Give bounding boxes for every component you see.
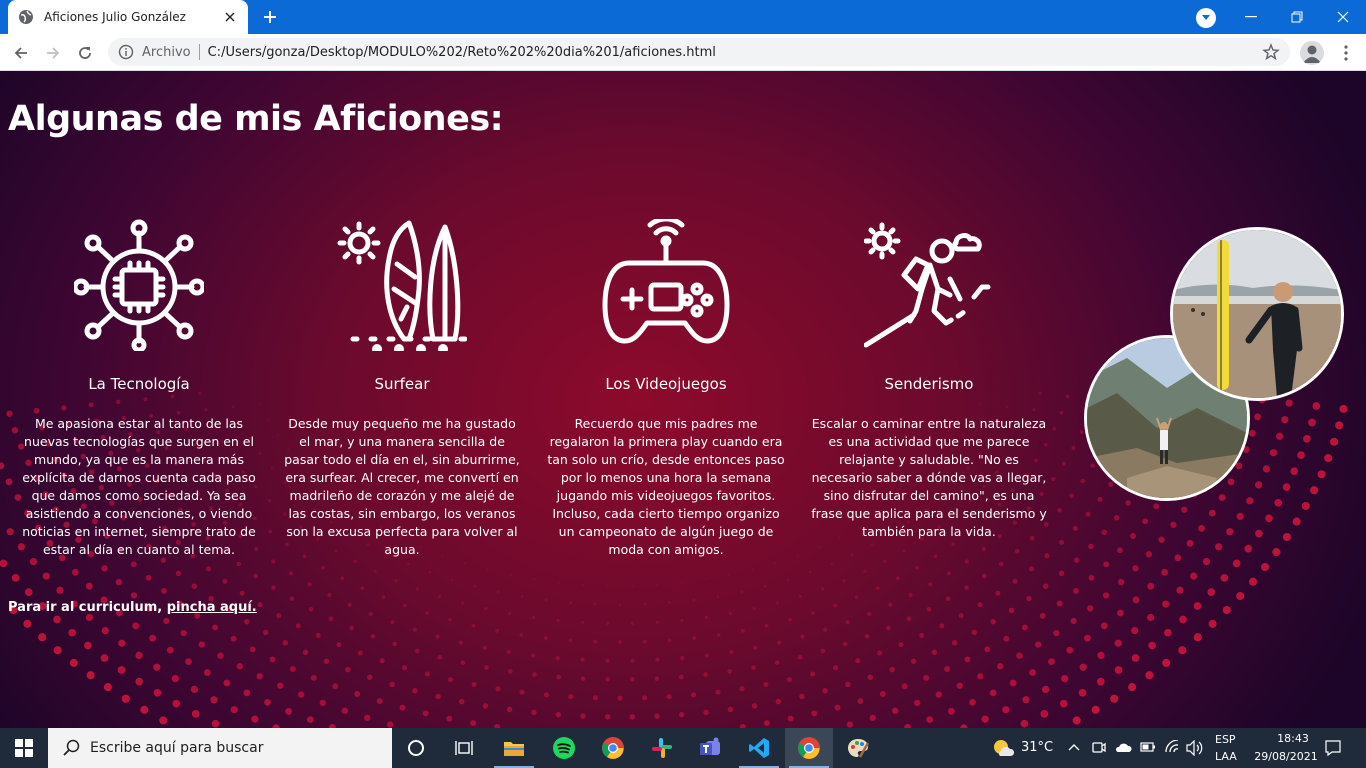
search-icon xyxy=(63,739,80,756)
hobby-description: Me apasiona estar al tanto de las nuevas… xyxy=(22,416,256,557)
reload-icon xyxy=(79,47,91,59)
wifi-icon[interactable] xyxy=(1164,740,1180,754)
input-language-primary[interactable]: ESP xyxy=(1215,733,1236,746)
back-button[interactable] xyxy=(8,40,34,66)
chevron-up-icon[interactable] xyxy=(1068,742,1080,752)
windows-taskbar: Escribe aquí para buscar 31°C ESP LAA 18… xyxy=(0,728,1366,768)
page-title: Algunas de mis Aficiones: xyxy=(8,99,504,139)
spotify-icon xyxy=(553,737,575,759)
search-placeholder: Escribe aquí para buscar xyxy=(90,740,264,756)
hobby-title: Surfear xyxy=(374,375,430,393)
browser-tabstrip: Aficiones Julio González xyxy=(0,0,1366,34)
file-explorer-button[interactable] xyxy=(490,728,538,768)
chrome-icon xyxy=(798,737,820,759)
arrow-left-icon xyxy=(14,47,27,59)
paint-palette-icon xyxy=(848,739,870,758)
page-content: Algunas de mis Aficiones: La Tecnología … xyxy=(0,71,1366,728)
curriculum-link-prefix: Para ir al curriculum, xyxy=(8,600,167,615)
notifications-icon[interactable] xyxy=(1324,739,1342,757)
folder-icon xyxy=(504,742,524,756)
surf-photo xyxy=(1170,227,1344,401)
slack-icon xyxy=(652,738,672,758)
profile-avatar[interactable] xyxy=(1300,41,1324,65)
reload-button[interactable] xyxy=(72,40,98,66)
teams-icon xyxy=(700,737,720,755)
omnibox-divider xyxy=(198,44,200,60)
input-language-secondary[interactable]: LAA xyxy=(1215,750,1237,763)
surf-photo-image xyxy=(1173,230,1341,398)
person-icon xyxy=(1303,45,1321,63)
taskbar-search-box[interactable]: Escribe aquí para buscar xyxy=(48,728,392,768)
vscode-button[interactable] xyxy=(735,728,783,768)
info-icon[interactable] xyxy=(118,44,134,60)
chrome-active-button[interactable] xyxy=(785,728,833,768)
curriculum-link-line: Para ir al curriculum, pincha aquí. xyxy=(8,600,257,615)
tab-title: Aficiones Julio González xyxy=(44,10,186,24)
vscode-icon xyxy=(749,738,769,758)
chrome-button[interactable] xyxy=(589,728,637,768)
close-window-button[interactable] xyxy=(1320,0,1366,34)
spotify-button[interactable] xyxy=(540,728,588,768)
arrow-right-icon xyxy=(47,47,60,59)
browser-toolbar: Archivo C:/Users/gonza/Desktop/MODULO%20… xyxy=(0,34,1366,71)
address-bar[interactable]: Archivo C:/Users/gonza/Desktop/MODULO%20… xyxy=(108,38,1290,66)
hobby-description: Desde muy pequeño me ha gustado el mar, … xyxy=(284,416,520,557)
url-text[interactable]: C:/Users/gonza/Desktop/MODULO%202/Reto%2… xyxy=(208,45,716,60)
globe-icon xyxy=(19,10,33,24)
hobby-title: Senderismo xyxy=(884,375,974,393)
task-view-icon xyxy=(455,741,473,755)
meet-now-icon[interactable] xyxy=(1092,740,1106,756)
slack-button[interactable] xyxy=(638,728,686,768)
bookmark-star-icon[interactable] xyxy=(1262,43,1280,61)
url-scheme-label: Archivo xyxy=(142,44,191,60)
cortana-circle-icon xyxy=(408,740,424,756)
paint-button[interactable] xyxy=(834,728,882,768)
new-tab-button[interactable] xyxy=(258,6,282,28)
clock-date[interactable]: 29/08/2021 xyxy=(1250,750,1322,763)
chrome-icon xyxy=(602,737,624,759)
teams-button[interactable] xyxy=(686,728,734,768)
minimize-button[interactable] xyxy=(1228,0,1274,34)
windows-logo-icon xyxy=(15,739,33,757)
browser-menu-button[interactable] xyxy=(1336,42,1356,64)
task-view-button[interactable] xyxy=(440,728,488,768)
start-button[interactable] xyxy=(0,728,48,768)
hobby-description: Escalar o caminar entre la naturaleza es… xyxy=(811,416,1047,539)
hobby-description: Recuerdo que mis padres me regalaron la … xyxy=(547,416,785,557)
hobby-title: La Tecnología xyxy=(88,375,190,393)
volume-icon[interactable] xyxy=(1186,740,1204,756)
forward-button[interactable] xyxy=(40,40,66,66)
curriculum-link[interactable]: pincha aquí. xyxy=(167,600,257,615)
onedrive-cloud-icon[interactable] xyxy=(1114,741,1132,753)
weather-temperature[interactable]: 31°C xyxy=(1021,740,1053,755)
chip-network-icon xyxy=(74,219,204,351)
surfboards-icon xyxy=(337,220,467,351)
gamepad-icon xyxy=(602,219,730,344)
weather-sun-cloud-icon[interactable] xyxy=(992,738,1014,758)
kebab-menu-icon xyxy=(1344,45,1348,61)
cortana-button[interactable] xyxy=(392,728,440,768)
battery-icon[interactable] xyxy=(1140,742,1156,752)
restore-button[interactable] xyxy=(1274,0,1320,34)
hobby-title: Los Videojuegos xyxy=(605,375,727,393)
clock-time[interactable]: 18:43 xyxy=(1264,732,1322,745)
tab-close-icon[interactable] xyxy=(222,9,238,25)
tab-search-icon[interactable] xyxy=(1196,8,1216,28)
browser-tab[interactable]: Aficiones Julio González xyxy=(8,0,248,34)
hiker-icon xyxy=(864,222,991,348)
